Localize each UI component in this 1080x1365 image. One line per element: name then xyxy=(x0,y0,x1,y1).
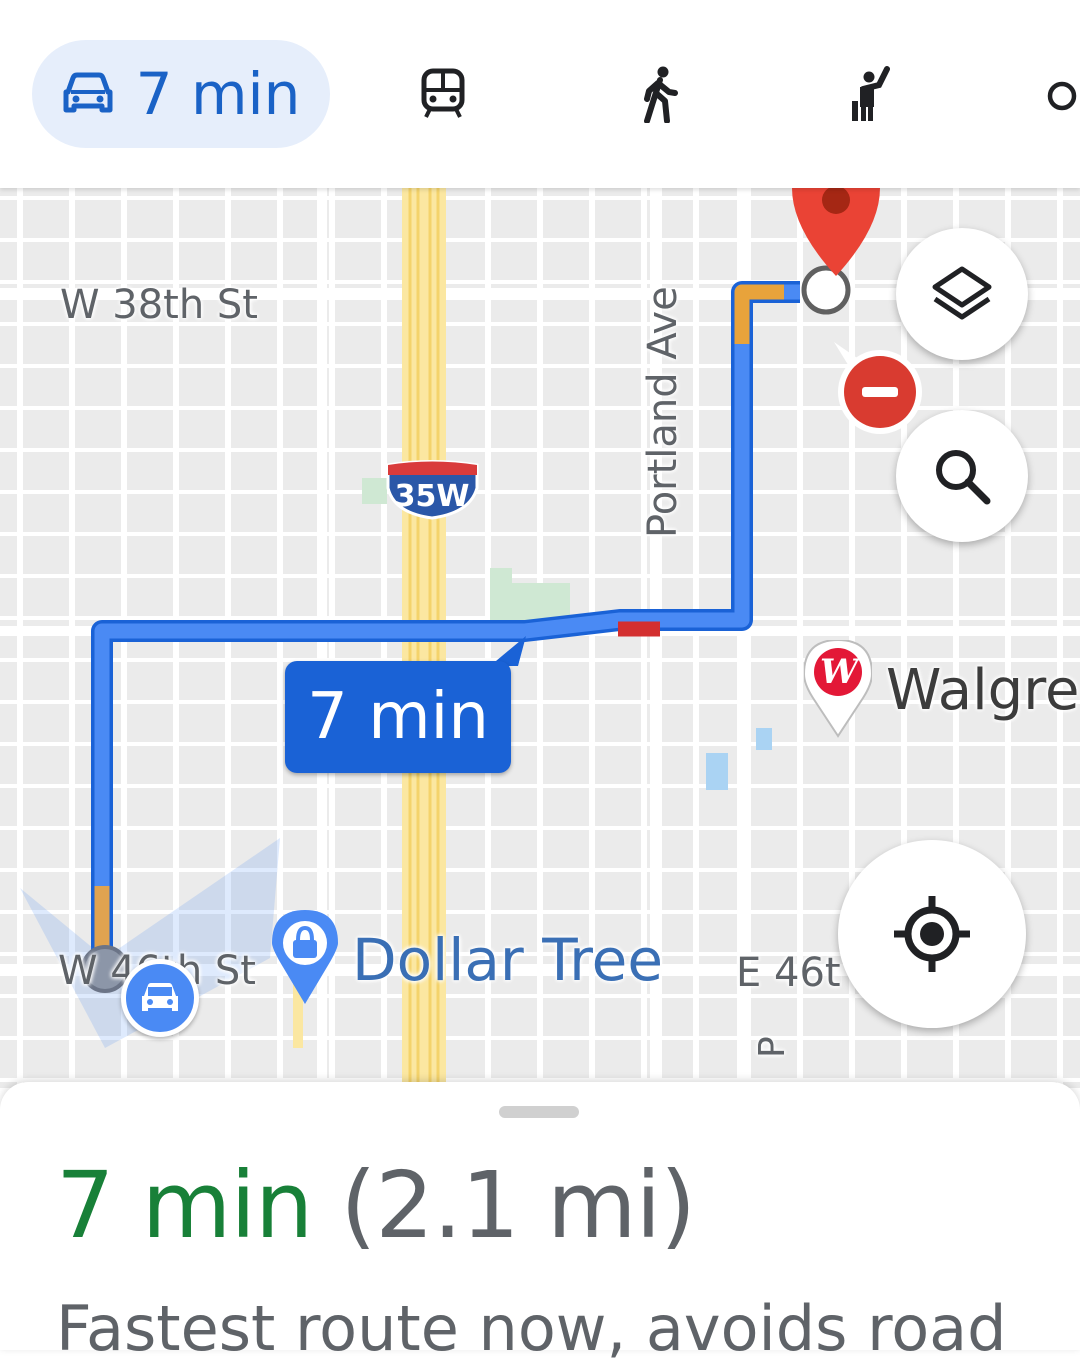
street-label-partial: P xyxy=(752,1036,793,1058)
street-label-portland: Portland Ave xyxy=(640,286,686,538)
walking-icon xyxy=(644,66,678,123)
map-view[interactable]: 35W W 38th St Portland Ave W 46th St E 4… xyxy=(0,188,1080,1088)
bicycle-icon xyxy=(1047,81,1077,111)
search-icon xyxy=(936,450,991,505)
my-location-icon xyxy=(894,896,970,972)
mode-bike-tab[interactable] xyxy=(1044,40,1080,148)
route-description: Fastest route now, avoids road xyxy=(56,1292,1007,1365)
current-location-marker xyxy=(121,959,199,1037)
street-label-e46: E 46th xyxy=(736,950,842,996)
hailing-person-icon xyxy=(852,66,890,121)
directions-sheet[interactable]: 7 min (2.1 mi) Fastest route now, avoids… xyxy=(0,1082,1080,1365)
car-icon xyxy=(142,983,178,1011)
layers-button[interactable] xyxy=(896,228,1028,360)
interstate-shield-label: 35W xyxy=(395,479,470,514)
sheet-drag-handle[interactable] xyxy=(499,1106,579,1118)
poi-label-walgreens[interactable]: Walgreens xyxy=(886,658,1080,723)
route-distance: (2.1 mi) xyxy=(340,1152,697,1259)
route-duration: 7 min xyxy=(56,1152,313,1259)
poi-label-dollar-tree[interactable]: Dollar Tree xyxy=(352,926,663,994)
destination-dot xyxy=(801,265,851,315)
mode-transit-tab[interactable] xyxy=(400,40,486,148)
car-icon xyxy=(63,72,113,113)
walgreens-pin-icon[interactable]: W xyxy=(804,640,872,738)
mode-drive-tab[interactable]: 7 min xyxy=(32,40,330,148)
search-along-route-button[interactable] xyxy=(896,410,1028,542)
drive-duration: 7 min xyxy=(135,60,301,128)
destination-pin-icon xyxy=(792,188,880,276)
street-label-w38: W 38th St xyxy=(60,282,258,328)
route-duration-badge[interactable]: 7 min xyxy=(285,661,511,773)
my-location-button[interactable] xyxy=(838,840,1026,1028)
train-icon xyxy=(421,68,465,118)
walgreens-logo-letter: W xyxy=(820,652,859,692)
remove-icon xyxy=(834,342,922,434)
mode-rideshare-tab[interactable] xyxy=(828,40,914,148)
mode-walk-tab[interactable] xyxy=(616,40,702,148)
interstate-shield-icon: 35W xyxy=(386,460,479,520)
shopping-bag-pin-icon[interactable] xyxy=(272,910,338,1006)
travel-mode-bar: 7 min xyxy=(0,0,1080,188)
route-summary: 7 min (2.1 mi) xyxy=(56,1152,697,1259)
remove-stop-button[interactable] xyxy=(830,342,926,438)
layers-icon xyxy=(932,266,992,320)
